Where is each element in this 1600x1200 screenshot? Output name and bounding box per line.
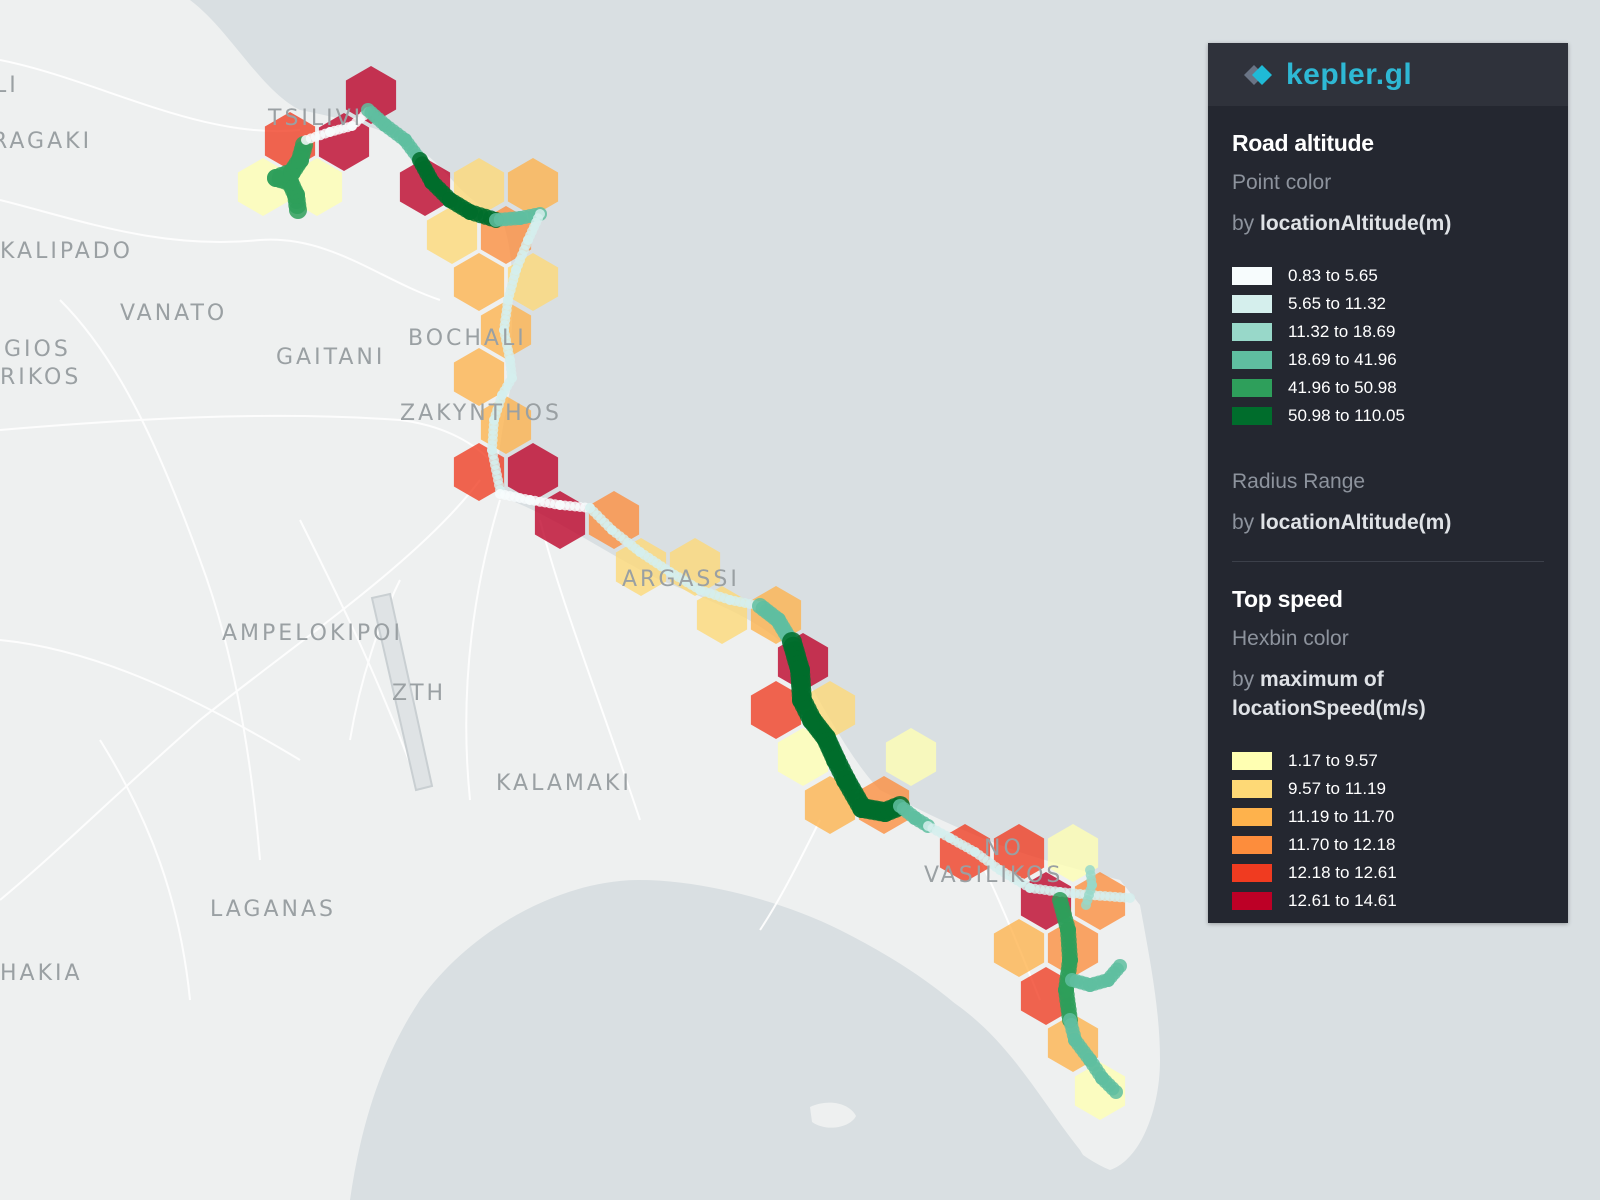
property-by-line: by maximum of locationSpeed(m/s) bbox=[1232, 665, 1462, 723]
place-label-rikos: RIKOS bbox=[0, 365, 81, 390]
kepler-diamond-icon bbox=[1244, 64, 1272, 85]
by-field: maximum of locationSpeed(m/s) bbox=[1232, 668, 1426, 720]
range-label: 11.19 to 11.70 bbox=[1288, 807, 1395, 826]
route-point bbox=[1109, 1085, 1123, 1099]
color-swatch bbox=[1232, 351, 1272, 369]
range-label: 18.69 to 41.96 bbox=[1288, 350, 1397, 369]
scale-row: 1.17 to 9.57 bbox=[1232, 747, 1544, 775]
color-swatch bbox=[1232, 323, 1272, 341]
place-label-tsilivi: TSILIVI bbox=[267, 106, 363, 131]
property-by-line: by locationAltitude(m) bbox=[1232, 508, 1544, 537]
color-swatch bbox=[1232, 295, 1272, 313]
range-label: 0.83 to 5.65 bbox=[1288, 266, 1378, 285]
color-swatch bbox=[1232, 752, 1272, 770]
color-scale: 1.17 to 9.57 9.57 to 11.19 11.19 to 11.7… bbox=[1232, 747, 1544, 915]
color-swatch bbox=[1232, 780, 1272, 798]
hexbin-cell[interactable] bbox=[507, 158, 559, 216]
by-prefix: by bbox=[1232, 212, 1261, 235]
layer-title: Road altitude bbox=[1232, 130, 1374, 156]
range-label: 11.70 to 12.18 bbox=[1288, 835, 1396, 854]
map-legend-panel: kepler.gl Road altitude Point color by l… bbox=[1208, 43, 1568, 923]
scale-row: 0.83 to 5.65 bbox=[1232, 262, 1544, 290]
hexbin-cell[interactable] bbox=[885, 728, 937, 786]
color-swatch bbox=[1232, 864, 1272, 882]
by-prefix: by bbox=[1232, 511, 1261, 534]
place-label-argassi: ARGASSI bbox=[622, 567, 740, 592]
range-label: 1.17 to 9.57 bbox=[1288, 751, 1378, 770]
range-label: 12.61 to 14.61 bbox=[1288, 891, 1397, 910]
place-label-hakia: HAKIA bbox=[0, 961, 83, 986]
place-label-ampelokipoi: AMPELOKIPOI bbox=[222, 621, 403, 646]
place-label-zakynthos: ZAKYNTHOS bbox=[400, 401, 562, 426]
by-prefix: by bbox=[1232, 668, 1261, 691]
scale-row: 11.70 to 12.18 bbox=[1232, 831, 1544, 859]
color-swatch bbox=[1232, 808, 1272, 826]
layer-title: Top speed bbox=[1232, 586, 1343, 612]
scale-row: 12.18 to 12.61 bbox=[1232, 859, 1544, 887]
scale-row: 18.69 to 41.96 bbox=[1232, 346, 1544, 374]
range-label: 12.18 to 12.61 bbox=[1288, 863, 1397, 882]
range-label: 11.32 to 18.69 bbox=[1288, 322, 1396, 341]
property-label: Radius Range bbox=[1232, 470, 1366, 493]
legend-header: kepler.gl bbox=[1208, 43, 1568, 106]
range-label: 41.96 to 50.98 bbox=[1288, 378, 1397, 397]
route-point bbox=[1125, 893, 1135, 903]
place-label-vasilikos: VASILIKOS bbox=[924, 863, 1063, 888]
property-by-line: by locationAltitude(m) bbox=[1232, 209, 1544, 238]
scale-row: 41.96 to 50.98 bbox=[1232, 374, 1544, 402]
color-swatch bbox=[1232, 836, 1272, 854]
color-scale: 0.83 to 5.65 5.65 to 11.32 11.32 to 18.6… bbox=[1232, 262, 1544, 430]
route-point bbox=[1113, 959, 1127, 973]
place-label-li: LI bbox=[0, 73, 19, 98]
place-label-vanato: VANATO bbox=[120, 301, 227, 326]
scale-row: 12.61 to 14.61 bbox=[1232, 887, 1544, 915]
place-label-no: NO bbox=[984, 836, 1024, 861]
place-label-zth: ZTH bbox=[392, 681, 446, 706]
place-label-kalamaki: KALAMAKI bbox=[496, 771, 632, 796]
scale-row: 11.19 to 11.70 bbox=[1232, 803, 1544, 831]
kepler-logo-text: kepler.gl bbox=[1286, 57, 1413, 91]
place-label-gios: GIOS bbox=[4, 337, 71, 362]
color-swatch bbox=[1232, 379, 1272, 397]
route-point bbox=[1085, 865, 1095, 875]
scale-row: 50.98 to 110.05 bbox=[1232, 402, 1544, 430]
place-label-gaitani: GAITANI bbox=[276, 345, 385, 370]
property-label: Point color bbox=[1232, 171, 1332, 194]
color-swatch bbox=[1232, 267, 1272, 285]
legend-layer-road-altitude: Road altitude Point color by locationAlt… bbox=[1208, 106, 1568, 562]
property-label: Hexbin color bbox=[1232, 627, 1349, 650]
legend-layer-top-speed: Top speed Hexbin color by maximum of loc… bbox=[1208, 562, 1568, 915]
range-label: 9.57 to 11.19 bbox=[1288, 779, 1386, 798]
range-label: 5.65 to 11.32 bbox=[1288, 294, 1386, 313]
place-label-bochali: BOCHALI bbox=[408, 326, 527, 351]
color-swatch bbox=[1232, 892, 1272, 910]
by-field: locationAltitude(m) bbox=[1260, 511, 1452, 534]
land-layer bbox=[0, 0, 1160, 1200]
range-label: 50.98 to 110.05 bbox=[1288, 406, 1405, 425]
by-field: locationAltitude(m) bbox=[1260, 212, 1452, 235]
place-label-kalipado: KALIPADO bbox=[0, 239, 133, 264]
place-label-ragaki: RAGAKI bbox=[0, 129, 92, 154]
scale-row: 9.57 to 11.19 bbox=[1232, 775, 1544, 803]
scale-row: 5.65 to 11.32 bbox=[1232, 290, 1544, 318]
place-label-laganas: LAGANAS bbox=[210, 897, 336, 922]
scale-row: 11.32 to 18.69 bbox=[1232, 318, 1544, 346]
color-swatch bbox=[1232, 407, 1272, 425]
